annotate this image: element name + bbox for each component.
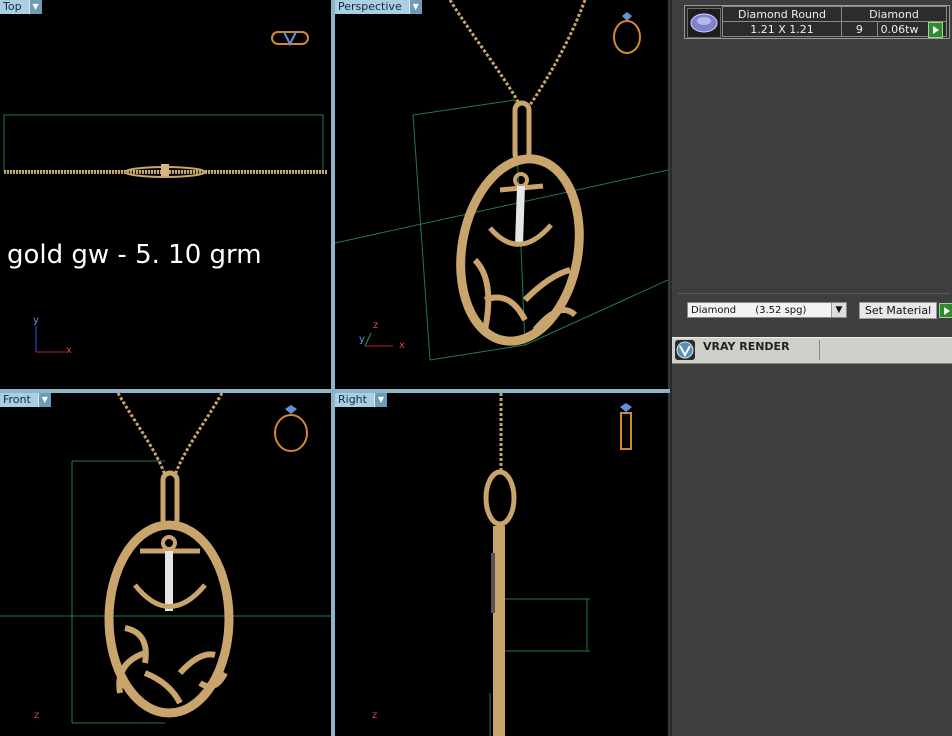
axis-y-label: y	[33, 315, 39, 326]
material-select-value: Diamond (3.52 spg)	[691, 305, 807, 316]
diamond-icon[interactable]	[687, 8, 721, 38]
material-select[interactable]: Diamond (3.52 spg) ▼	[687, 302, 847, 318]
properties-panel: Diamond Round Diamond 1.21 X 1.21 9 0.06…	[670, 0, 952, 736]
viewport-right[interactable]: Right ▼ z	[335, 393, 668, 736]
viewport-label: Top	[0, 0, 29, 14]
ring-thumbnail-icon	[271, 31, 309, 47]
viewport-tab-perspective[interactable]: Perspective ▼	[335, 0, 422, 14]
apply-material-button[interactable]	[939, 303, 952, 318]
vray-render-bar[interactable]: VRAY RENDER	[672, 337, 952, 364]
ring-thumbnail-icon	[620, 403, 632, 450]
stone-table: Diamond Round Diamond 1.21 X 1.21 9 0.06…	[722, 6, 948, 37]
perspective-view-drawing	[335, 0, 668, 361]
vray-logo-icon	[675, 340, 695, 360]
vray-render-title: VRAY RENDER	[703, 340, 790, 353]
viewport-label: Perspective	[335, 0, 409, 14]
chevron-down-icon[interactable]: ▼	[408, 0, 422, 14]
chevron-down-icon[interactable]: ▼	[37, 393, 51, 407]
chevron-down-icon[interactable]: ▼	[373, 393, 387, 407]
viewport-tab-right[interactable]: Right ▼	[335, 393, 387, 407]
viewport-front[interactable]: Front ▼ z	[0, 393, 331, 736]
axis-z-label: z	[372, 710, 378, 721]
chevron-down-icon[interactable]: ▼	[831, 303, 846, 317]
weight-note: gold gw - 5. 10 grm	[7, 240, 262, 270]
viewport-tab-front[interactable]: Front ▼	[0, 393, 51, 407]
viewport-label: Front	[0, 393, 38, 407]
axis-x-label: x	[66, 345, 72, 356]
axis-x-label: x	[399, 340, 405, 351]
stone-info-row[interactable]: Diamond Round Diamond 1.21 X 1.21 9 0.06…	[684, 5, 950, 39]
material-row: Diamond (3.52 spg) ▼ Set Material	[687, 302, 952, 320]
front-view-drawing	[0, 393, 331, 724]
stone-shape-header: Diamond Round	[722, 6, 842, 22]
stone-count: 9	[841, 21, 878, 37]
viewport-perspective[interactable]: Perspective ▼ z y x	[335, 0, 668, 389]
ring-thumbnail-icon	[613, 12, 641, 54]
axis-y-label: y	[359, 334, 365, 345]
axis-z-label: z	[373, 320, 379, 331]
right-view-drawing	[483, 393, 632, 736]
axis-z-label: z	[34, 710, 40, 721]
stone-panel	[678, 0, 950, 294]
stone-type-header: Diamond	[841, 6, 947, 22]
viewport-tab-top[interactable]: Top ▼	[0, 0, 42, 14]
stone-size: 1.21 X 1.21	[722, 21, 842, 37]
chevron-down-icon[interactable]: ▼	[28, 0, 42, 14]
viewport-top[interactable]: Top ▼ gold gw - 5. 10 grm y x	[0, 0, 331, 389]
viewport-label: Right	[335, 393, 374, 407]
set-material-button[interactable]: Set Material	[859, 302, 937, 319]
top-view-drawing	[3, 31, 327, 353]
divider	[819, 340, 820, 360]
ring-thumbnail-icon	[274, 405, 308, 452]
apply-stone-button[interactable]	[928, 22, 943, 38]
